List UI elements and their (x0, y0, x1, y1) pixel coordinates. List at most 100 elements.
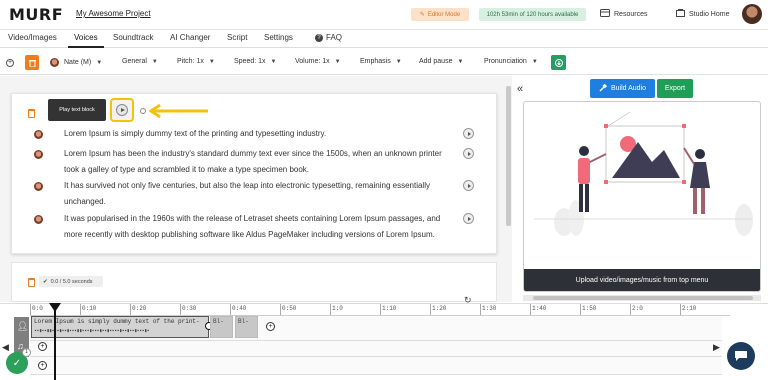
voice-avatar (50, 58, 59, 67)
play-text-block-button[interactable] (110, 98, 134, 122)
trash-icon[interactable] (28, 278, 35, 287)
add-track-icon[interactable]: + (38, 361, 47, 370)
video-preview: Upload video/images/music from top menu (523, 101, 761, 292)
tab-settings[interactable]: Settings (264, 33, 293, 42)
emphasis-label: Emphasis (360, 58, 391, 65)
block-clip[interactable]: Bl- (235, 316, 258, 338)
build-audio-button[interactable]: Build Audio (590, 79, 655, 98)
add-clip-icon[interactable]: + (266, 322, 275, 331)
upload-hint-bar: Upload video/images/music from top menu (524, 269, 760, 291)
play-icon (467, 131, 471, 136)
build-audio-label: Build Audio (610, 85, 647, 92)
tab-soundtrack[interactable]: Soundtrack (113, 33, 153, 42)
murf-logo[interactable]: MURF (9, 5, 63, 24)
home-icon (676, 9, 685, 19)
resources-label: Resources (614, 10, 648, 18)
editor-mode-label: Editor Mode (427, 11, 461, 18)
tab-video-images[interactable]: Video/Images (8, 33, 57, 42)
style-label: General (122, 58, 147, 65)
trash-icon[interactable] (28, 109, 35, 118)
playhead[interactable] (54, 306, 56, 380)
extra-track[interactable] (30, 357, 722, 375)
upload-hint-text: Upload video/images/music from top menu (575, 276, 709, 284)
pitch-select[interactable]: Pitch: 1x ▼ (177, 58, 215, 65)
script-line-1[interactable]: Lorem Ipsum is simply dummy text of the … (64, 126, 454, 142)
play-icon (467, 216, 471, 221)
ruler-label: 0:50 (282, 305, 297, 312)
top-bar: MURF My Awesome Project ✎ Editor Mode 10… (0, 0, 768, 30)
voice-select[interactable]: Nate (M) ▼ (50, 58, 102, 67)
scrollbar-thumb[interactable] (533, 296, 753, 300)
script-line-4[interactable]: It was popularised in the 1960s with the… (64, 211, 454, 243)
block-clip[interactable]: Bl- (210, 316, 233, 338)
tab-script[interactable]: Script (227, 33, 247, 42)
question-icon: ? (315, 33, 323, 42)
download-button[interactable] (551, 55, 566, 70)
ruler-label: 1:10 (382, 305, 397, 312)
ruler-tick (530, 304, 531, 315)
pointer-arrow-icon (140, 104, 208, 118)
chevron-down-icon: ▼ (531, 58, 538, 65)
music-track[interactable] (30, 341, 722, 357)
check-icon: ✔ (43, 278, 48, 285)
add-pause-select[interactable]: Add pause ▼ (419, 58, 463, 65)
studio-home-link[interactable]: Studio Home (676, 9, 729, 19)
timeline-right-icon[interactable]: ▶ (713, 342, 720, 353)
tab-faq[interactable]: ? FAQ (315, 33, 342, 42)
download-icon (554, 58, 563, 67)
waveform: ▪▪▮▪▪▮▮▪▪▪▮▪▪▮▪▪▪▮▮▪▪▪▮▪▪▪▮▪▪▮▪▪▪▪▮▪▪▮▪▪… (34, 328, 150, 334)
volume-select[interactable]: Volume: 1x ▼ (295, 58, 341, 65)
ruler-label: 0:10 (82, 305, 97, 312)
voice-clip[interactable]: Lorem Ipsum is simply dummy text of the … (31, 316, 209, 338)
chat-support-button[interactable] (727, 342, 755, 370)
editor-mode-badge[interactable]: ✎ Editor Mode (411, 8, 469, 21)
ruler-tick (480, 304, 481, 315)
main-tabs: Video/Images Voices Soundtrack AI Change… (0, 30, 768, 48)
tab-ai-changer[interactable]: AI Changer (170, 33, 210, 42)
timeline: 0:0 0:10 0:20 0:30 0:40 0:50 1:0 1:10 1:… (0, 303, 768, 380)
add-music-icon[interactable]: + (38, 342, 47, 351)
ruler-tick (630, 304, 631, 315)
ruler-tick (180, 304, 181, 315)
resources-link[interactable]: Resources (600, 9, 647, 19)
clip-text: Lorem Ipsum is simply dummy text of the … (34, 318, 200, 325)
project-name[interactable]: My Awesome Project (76, 9, 151, 18)
timeline-left-icon[interactable]: ◀ (2, 342, 9, 353)
pronunciation-select[interactable]: Pronunciation ▼ (484, 58, 538, 65)
export-button[interactable]: Export (657, 79, 693, 98)
active-tab-indicator (68, 46, 104, 48)
add-block-icon[interactable]: + (6, 59, 14, 67)
play-line-button[interactable] (463, 180, 474, 191)
chevron-down-icon: ▼ (334, 58, 341, 65)
script-line-2[interactable]: Lorem Ipsum has been the industry's stan… (64, 146, 454, 178)
resources-icon (600, 9, 610, 19)
timeline-ruler[interactable]: 0:0 0:10 0:20 0:30 0:40 0:50 1:0 1:10 1:… (30, 304, 730, 316)
editor-scrollbar[interactable] (506, 86, 511, 226)
pencil-icon: ✎ (419, 12, 425, 18)
ruler-tick (580, 304, 581, 315)
play-line-button[interactable] (463, 213, 474, 224)
time-available-badge: 102h 53min of 120 hours available (479, 8, 586, 21)
style-select[interactable]: General ▼ (122, 58, 158, 65)
play-line-button[interactable] (463, 148, 474, 159)
speed-select[interactable]: Speed: 1x ▼ (234, 58, 276, 65)
emphasis-select[interactable]: Emphasis ▼ (360, 58, 402, 65)
user-avatar[interactable] (742, 4, 762, 24)
ruler-tick (130, 304, 131, 315)
voice-label: Nate (M) (64, 59, 92, 66)
ruler-label: 2:0 (632, 305, 643, 312)
preview-scrollbar[interactable] (523, 295, 761, 301)
ruler-tick (80, 304, 81, 315)
tab-voices[interactable]: Voices (74, 33, 98, 42)
voice-avatar (34, 130, 43, 139)
duration-badge: ✔ 0.0 / 5.0 seconds (39, 276, 103, 287)
play-line-button[interactable] (463, 128, 474, 139)
play-icon (467, 183, 471, 188)
ruler-tick (680, 304, 681, 315)
ruler-label: 0:30 (182, 305, 197, 312)
script-line-3[interactable]: It has survived not only five centuries,… (64, 178, 454, 210)
collapse-panel-icon[interactable]: « (517, 83, 523, 95)
delete-block-button[interactable] (25, 55, 39, 70)
chat-icon (735, 351, 747, 361)
play-tooltip: Play text block (48, 99, 106, 121)
